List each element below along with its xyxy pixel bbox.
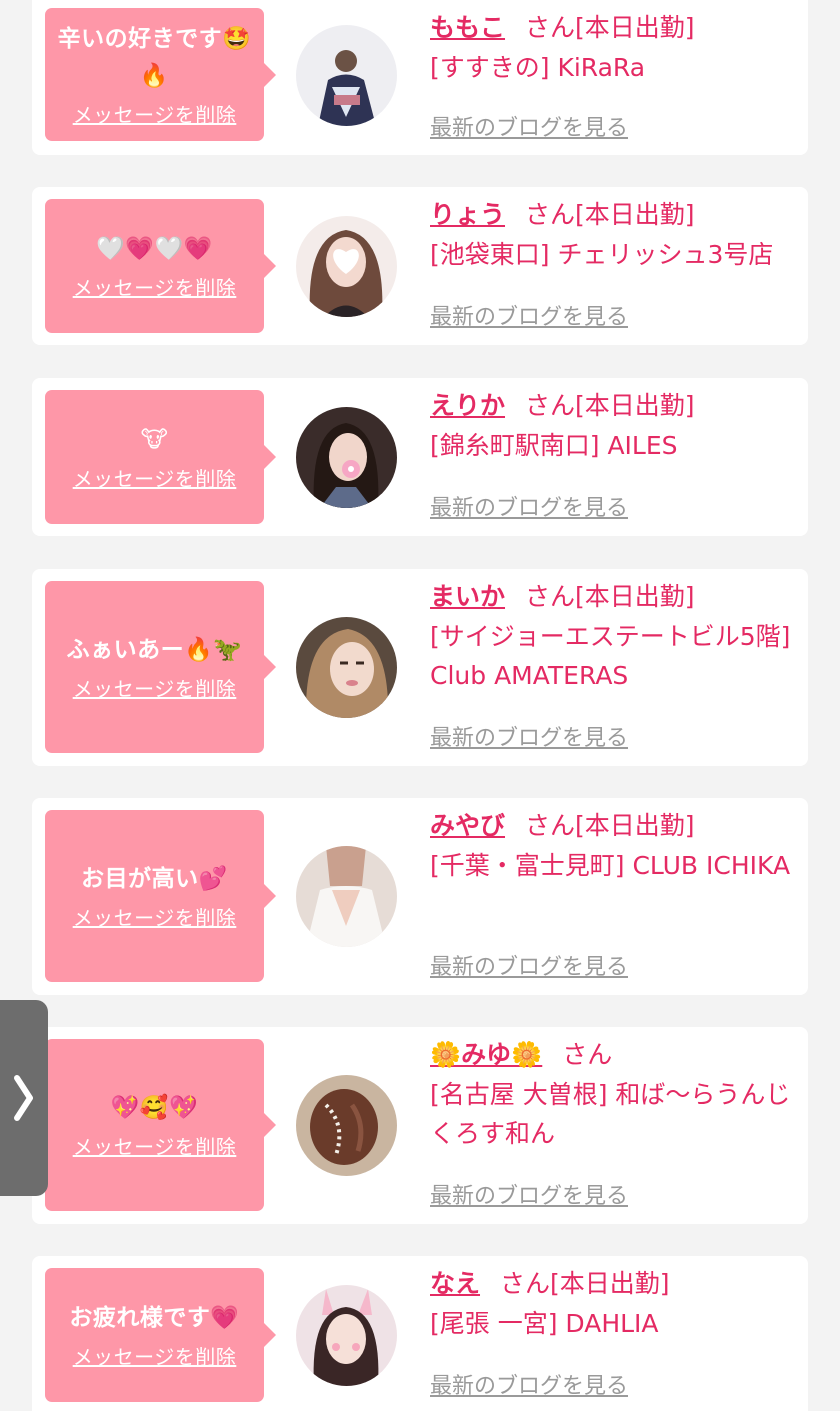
delete-message-link[interactable]: メッセージを削除: [73, 1341, 237, 1370]
cast-info: なえ さん[本日出勤] [尾張 一宮] DAHLIA: [430, 1264, 800, 1343]
shop-name: [池袋東口] チェリッシュ3号店: [430, 240, 774, 269]
message-bubble: 🐮 メッセージを削除: [45, 390, 276, 524]
shop-name: [サイジョーエステートビル5階] Club AMATERAS: [430, 622, 791, 690]
cast-name-link[interactable]: まいか: [430, 582, 505, 611]
blog-link[interactable]: 最新のブログを見る: [430, 110, 628, 142]
avatar[interactable]: [296, 1285, 397, 1386]
message-text: 🤍💗🤍💗: [96, 236, 213, 262]
blog-link[interactable]: 最新のブログを見る: [430, 490, 628, 522]
cast-info: りょう さん[本日出勤] [池袋東口] チェリッシュ3号店: [430, 195, 800, 274]
woman-in-kimono-photo: [296, 25, 397, 126]
hair-updo-photo: [296, 1075, 397, 1176]
message-bubble: お目が高い💕 メッセージを削除: [45, 810, 276, 982]
cast-status: さん[本日出勤]: [525, 200, 695, 229]
message-text: 辛いの好きです🤩 🔥: [57, 26, 252, 89]
cast-status: さん[本日出勤]: [525, 582, 695, 611]
woman-with-flower-sticker-photo: [296, 407, 397, 508]
cast-info: ももこ さん[本日出勤] [すすきの] KiRaRa: [430, 8, 800, 87]
message-text: お目が高い💕: [81, 866, 228, 892]
cast-name-link[interactable]: りょう: [430, 200, 505, 229]
delete-message-link[interactable]: メッセージを削除: [73, 272, 237, 301]
shop-name: [尾張 一宮] DAHLIA: [430, 1309, 659, 1338]
favorite-card: ふぁいあー🔥🦖 メッセージを削除 まいか さん[本日出勤] [サイジョーエステート…: [32, 569, 808, 766]
cast-name-link[interactable]: えりか: [430, 391, 505, 420]
side-drawer-tab[interactable]: [0, 1000, 48, 1196]
avatar[interactable]: [296, 1075, 397, 1176]
delete-message-link[interactable]: メッセージを削除: [73, 902, 237, 931]
favorite-card: お疲れ様です💗 メッセージを削除 なえ さん[本日出勤] [尾張 一宮] DAHL…: [32, 1256, 808, 1411]
cast-info: まいか さん[本日出勤] [サイジョーエステートビル5階] Club AMATER…: [430, 577, 800, 695]
blog-link[interactable]: 最新のブログを見る: [430, 1178, 628, 1210]
cast-name-link[interactable]: ももこ: [430, 13, 505, 42]
cast-status: さん[本日出勤]: [525, 811, 695, 840]
favorite-card: 🐮 メッセージを削除 えりか さん[本日出勤] [錦糸町駅南口] AILES 最新…: [32, 378, 808, 536]
delete-message-link[interactable]: メッセージを削除: [73, 463, 237, 492]
cast-status: さん[本日出勤]: [500, 1269, 670, 1298]
shop-name: [すすきの] KiRaRa: [430, 53, 646, 82]
favorite-card: お目が高い💕 メッセージを削除 みやび さん[本日出勤] [千葉・富士見町] CL…: [32, 798, 808, 995]
message-bubble: 🤍💗🤍💗 メッセージを削除: [45, 199, 276, 333]
shop-name: [錦糸町駅南口] AILES: [430, 431, 678, 460]
cast-status: さん: [562, 1040, 613, 1069]
avatar[interactable]: [296, 216, 397, 317]
blog-link[interactable]: 最新のブログを見る: [430, 720, 628, 752]
favorite-card: 🤍💗🤍💗 メッセージを削除 りょう さん[本日出勤] [池袋東口] チェリッシュ3…: [32, 187, 808, 345]
cast-info: えりか さん[本日出勤] [錦糸町駅南口] AILES: [430, 386, 800, 465]
cast-name-link[interactable]: なえ: [430, 1269, 480, 1298]
delete-message-link[interactable]: メッセージを削除: [73, 673, 237, 702]
message-bubble: ふぁいあー🔥🦖 メッセージを削除: [45, 581, 276, 753]
avatar[interactable]: [296, 25, 397, 126]
cast-info: みやび さん[本日出勤] [千葉・富士見町] CLUB ICHIKA: [430, 806, 800, 885]
cast-info: 🌼みゆ🌼 さん [名古屋 大曽根] 和ば～らうんじくろす和ん: [430, 1035, 800, 1153]
favorite-card: 💖🥰💖 メッセージを削除 🌼みゆ🌼 さん [名古屋 大曽根] 和ば～らうんじくろす…: [32, 1027, 808, 1224]
message-text: 🐮: [140, 427, 169, 453]
message-text: ふぁいあー🔥🦖: [66, 637, 243, 663]
message-text: お疲れ様です💗: [69, 1305, 240, 1331]
avatar[interactable]: [296, 407, 397, 508]
message-text: 💖🥰💖: [110, 1095, 199, 1121]
message-bubble: お疲れ様です💗 メッセージを削除: [45, 1268, 276, 1402]
blog-link[interactable]: 最新のブログを見る: [430, 949, 628, 981]
avatar[interactable]: [296, 617, 397, 718]
blog-link[interactable]: 最新のブログを見る: [430, 299, 628, 331]
shop-name: [千葉・富士見町] CLUB ICHIKA: [430, 851, 791, 880]
message-bubble: 💖🥰💖 メッセージを削除: [45, 1039, 276, 1211]
cast-status: さん[本日出勤]: [525, 391, 695, 420]
favorites-list: 辛いの好きです🤩 🔥 メッセージを削除 ももこ さん[本日出勤] [すすきの] K…: [0, 0, 840, 1411]
woman-with-heart-sticker-photo: [296, 216, 397, 317]
woman-white-dress-photo: [296, 846, 397, 947]
woman-portrait-photo: [296, 617, 397, 718]
message-bubble: 辛いの好きです🤩 🔥 メッセージを削除: [45, 8, 276, 141]
woman-with-bunny-filter-photo: [296, 1285, 397, 1386]
shop-name: [名古屋 大曽根] 和ば～らうんじくろす和ん: [430, 1080, 791, 1148]
chevron-right-icon: [14, 1075, 33, 1121]
favorite-card: 辛いの好きです🤩 🔥 メッセージを削除 ももこ さん[本日出勤] [すすきの] K…: [32, 0, 808, 155]
avatar[interactable]: [296, 846, 397, 947]
blog-link[interactable]: 最新のブログを見る: [430, 1368, 628, 1400]
delete-message-link[interactable]: メッセージを削除: [73, 1131, 237, 1160]
cast-status: さん[本日出勤]: [525, 13, 695, 42]
delete-message-link[interactable]: メッセージを削除: [73, 99, 237, 128]
cast-name-link[interactable]: みやび: [430, 811, 505, 840]
cast-name-link[interactable]: 🌼みゆ🌼: [430, 1040, 542, 1069]
